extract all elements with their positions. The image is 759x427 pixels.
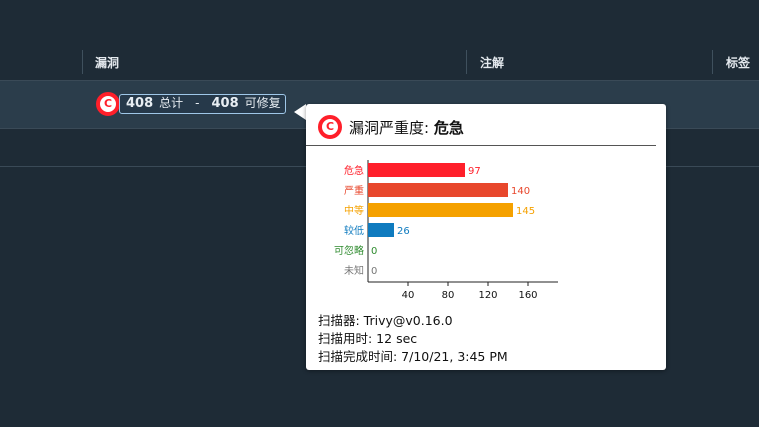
critical-severity-icon: C: [96, 92, 120, 116]
x-tick-label: 80: [442, 290, 455, 301]
bar-category-label: 严重: [344, 184, 364, 197]
bar-value-label: 0: [371, 246, 377, 257]
total-count: 408: [126, 96, 154, 111]
bar-value-label: 145: [516, 206, 535, 217]
fixable-count: 408: [211, 96, 239, 111]
x-tick-label: 40: [402, 290, 415, 301]
summary-separator: -: [195, 96, 200, 110]
scanner-info: 扫描器: Trivy@v0.16.0: [318, 313, 453, 328]
x-tick-label: 160: [518, 290, 537, 301]
vulnerability-severity-popover: C 漏洞严重度: 危急 危急 97 严重 140 中等 145 较低 26 可忽略 0 未知 0 40 8…: [306, 104, 666, 370]
bar: [368, 223, 394, 237]
popover-title-level: 危急: [433, 119, 464, 137]
popover-arrow: [294, 104, 306, 120]
bar: [368, 203, 513, 217]
bar-value-label: 97: [468, 166, 481, 177]
scan-completed-info: 扫描完成时间: 7/10/21, 3:45 PM: [318, 349, 508, 364]
popover-title: 漏洞严重度: 危急: [349, 117, 464, 138]
bar-category-label: 可忽略: [334, 244, 364, 257]
column-divider[interactable]: [466, 50, 467, 74]
top-toolbar: [0, 0, 759, 45]
column-divider[interactable]: [82, 50, 83, 74]
column-header-annotations[interactable]: 注解: [480, 54, 504, 71]
scan-duration-info: 扫描用时: 12 sec: [318, 331, 418, 346]
bar-category-label: 危急: [344, 164, 364, 177]
popover-title-prefix: 漏洞严重度:: [349, 119, 434, 137]
bar-category-label: 较低: [344, 224, 364, 237]
column-header-vulnerabilities[interactable]: 漏洞: [95, 54, 119, 71]
column-header-labels[interactable]: 标签: [726, 54, 750, 71]
severity-bar-chart: 危急 97 严重 140 中等 145 较低 26 可忽略 0 未知 0 40 80 120 160: [334, 160, 558, 301]
bar: [368, 183, 508, 197]
fixable-label: 可修复: [244, 96, 281, 110]
bar-category-label: 未知: [344, 264, 364, 277]
total-label: 总计: [159, 96, 184, 110]
popover-divider: [306, 145, 656, 146]
vulnerability-summary[interactable]: 408 总计 -408 可修复: [119, 94, 286, 114]
critical-severity-icon: C: [318, 115, 342, 139]
bar-value-label: 26: [397, 226, 410, 237]
x-tick-label: 120: [478, 290, 497, 301]
bar-value-label: 0: [371, 266, 377, 277]
bar-value-label: 140: [511, 186, 530, 197]
bar-category-label: 中等: [344, 204, 364, 217]
column-divider[interactable]: [712, 50, 713, 74]
bar: [368, 163, 465, 177]
